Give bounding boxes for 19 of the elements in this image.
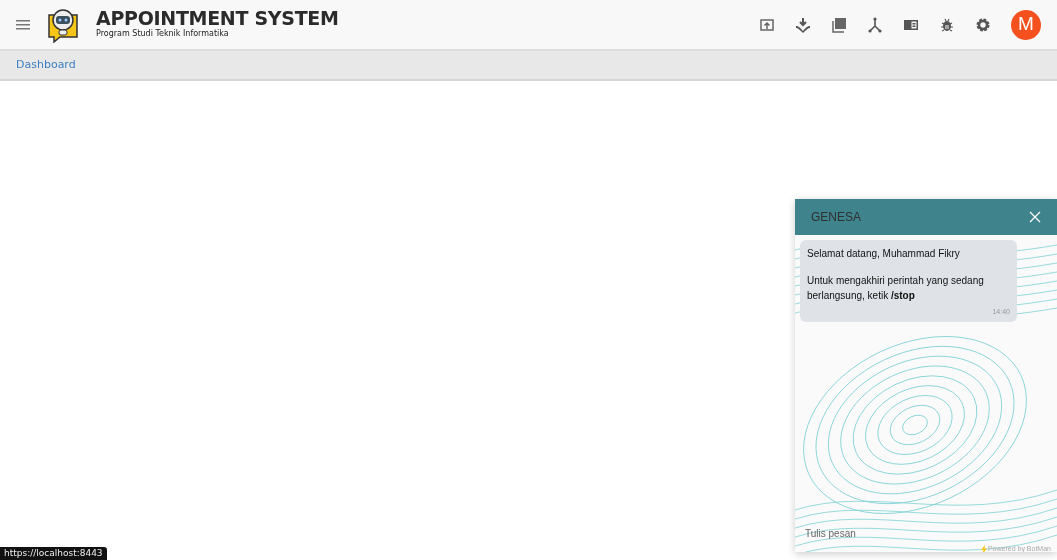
chat-title: GENESA — [811, 209, 861, 226]
download-icon[interactable] — [795, 16, 811, 33]
menu-icon[interactable] — [16, 18, 30, 31]
breadcrumb-link[interactable]: Dashboard — [16, 56, 76, 74]
fork-icon[interactable] — [867, 16, 883, 33]
robot-logo-icon — [46, 6, 80, 43]
bug-icon[interactable] — [939, 16, 955, 33]
message-text: Selamat datang, Muhammad Fikry — [807, 247, 961, 261]
lightning-icon — [981, 545, 987, 552]
document-icon[interactable] — [831, 16, 847, 33]
app-subtitle: Program Studi Teknik Informatika — [96, 28, 230, 40]
user-avatar[interactable]: M — [1011, 9, 1041, 40]
message-input[interactable]: Tulis pesan — [795, 526, 1057, 541]
app-title: APPOINTMENT SYSTEM — [96, 9, 339, 28]
message-text: Untuk mengakhiri perintah yang sedang berlangsung, ketik /stop — [807, 274, 985, 303]
settings-icon[interactable] — [975, 16, 991, 33]
close-icon[interactable] — [1029, 211, 1041, 223]
upload-icon[interactable] — [759, 16, 775, 33]
status-url: https://localhost:8443 — [0, 547, 107, 560]
